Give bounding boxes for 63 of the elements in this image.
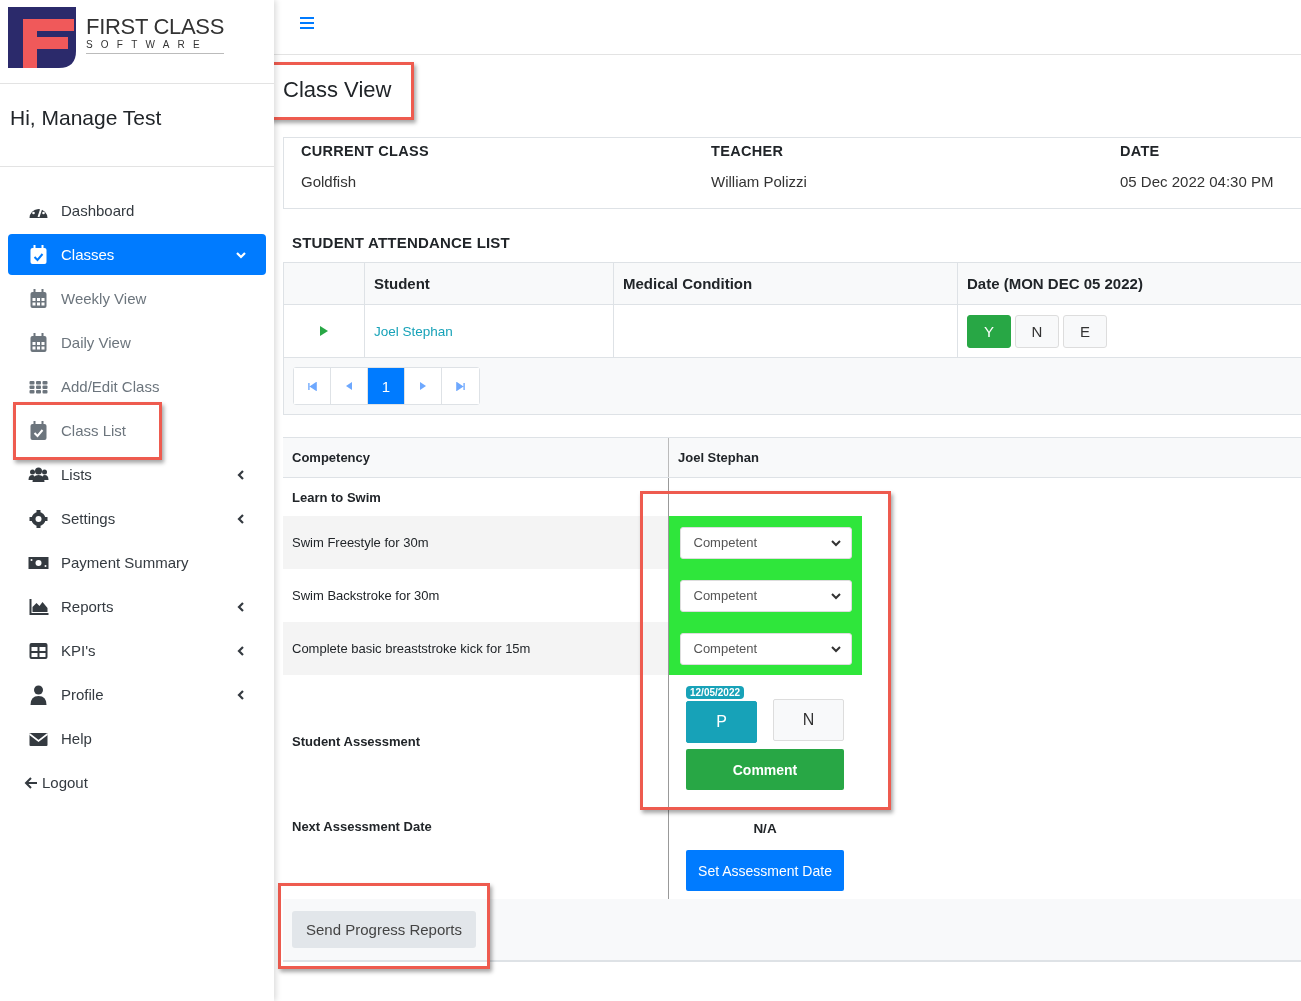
sidebar-item[interactable]: Classes [8,234,266,275]
sidebar-item[interactable]: Lists [8,454,266,495]
logo-tagline: SOFTWARE [86,38,225,54]
chevron-down-icon [830,643,841,654]
area-chart-icon [28,596,49,617]
info-value: William Polizzi [711,173,808,190]
attendance-option[interactable]: N [1015,314,1059,348]
next-date-value: N/A [752,821,778,836]
info-label: DATE [1120,143,1161,159]
sidebar-item[interactable]: Dashboard [8,190,266,231]
sidebar-item[interactable]: Profile [8,674,266,715]
result-dropdown[interactable]: Competent [679,526,852,559]
sidebar-item[interactable]: Help [8,718,266,759]
set-date-button[interactable]: Set Assessment Date [686,850,844,891]
logo-name: FIRST CLASS [86,16,225,38]
calendar-icon [28,332,49,353]
send-reports-button[interactable]: Send Progress Reports [292,911,476,948]
next-icon [420,382,426,390]
skill-name: Swim Freestyle for 30m [283,516,669,569]
result-dropdown[interactable]: Competent [679,632,852,665]
info-label: TEACHER [711,143,785,159]
sidebar-item[interactable]: Daily View [8,322,266,363]
calendar-check-icon [28,244,49,265]
user-icon [28,684,49,705]
sidebar-item[interactable]: Weekly View [8,278,266,319]
page-button[interactable]: 1 [368,368,405,404]
calendar-icon [28,288,49,309]
page-title: Class View [283,77,392,103]
sidebar-item[interactable]: Payment Summary [8,542,266,583]
logo-mark-icon [8,7,76,68]
arrow-left-icon [24,775,38,790]
info-label: CURRENT CLASS [301,143,430,159]
sidebar-item[interactable]: KPI's [8,630,266,671]
chevron-down-icon [830,590,841,601]
info-value: 05 Dec 2022 04:30 PM [1120,173,1275,190]
row-label: Student Assessment [283,675,669,806]
result-dropdown[interactable]: Competent [679,579,852,612]
gear-icon [28,508,49,529]
skill-name: Complete basic breaststroke kick for 15m [283,622,669,675]
logout-link[interactable]: Logout [8,762,266,803]
chevron-down-icon [830,537,841,548]
last-page-icon [456,381,465,391]
table-icon [28,640,49,661]
calendar-icon [28,420,49,441]
column-header: Student [365,263,614,304]
column-header: Date (MON DEC 05 2022) [966,274,1144,294]
sidebar-item[interactable]: Reports [8,586,266,627]
column-header: Medical Condition [614,263,958,304]
column-header: Joel Stephan [677,449,760,467]
menu-icon[interactable] [300,17,314,29]
attendance-option[interactable]: E [1063,314,1107,348]
first-page-icon [307,381,317,391]
section-title: STUDENT ATTENDANCE LIST [292,234,511,251]
sidebar-item[interactable]: Add/Edit Class [8,366,266,407]
first-page-button[interactable] [294,368,331,404]
assessment-option[interactable]: N [773,699,844,741]
sidebar-item[interactable]: Class List [8,410,266,451]
previous-icon [346,382,352,390]
date-badge: 12/05/2022 [686,686,745,699]
sidebar-item[interactable]: Settings [8,498,266,539]
expand-icon[interactable] [320,326,328,336]
info-value: Goldfish [301,173,358,190]
column-header: Competency [283,438,669,477]
